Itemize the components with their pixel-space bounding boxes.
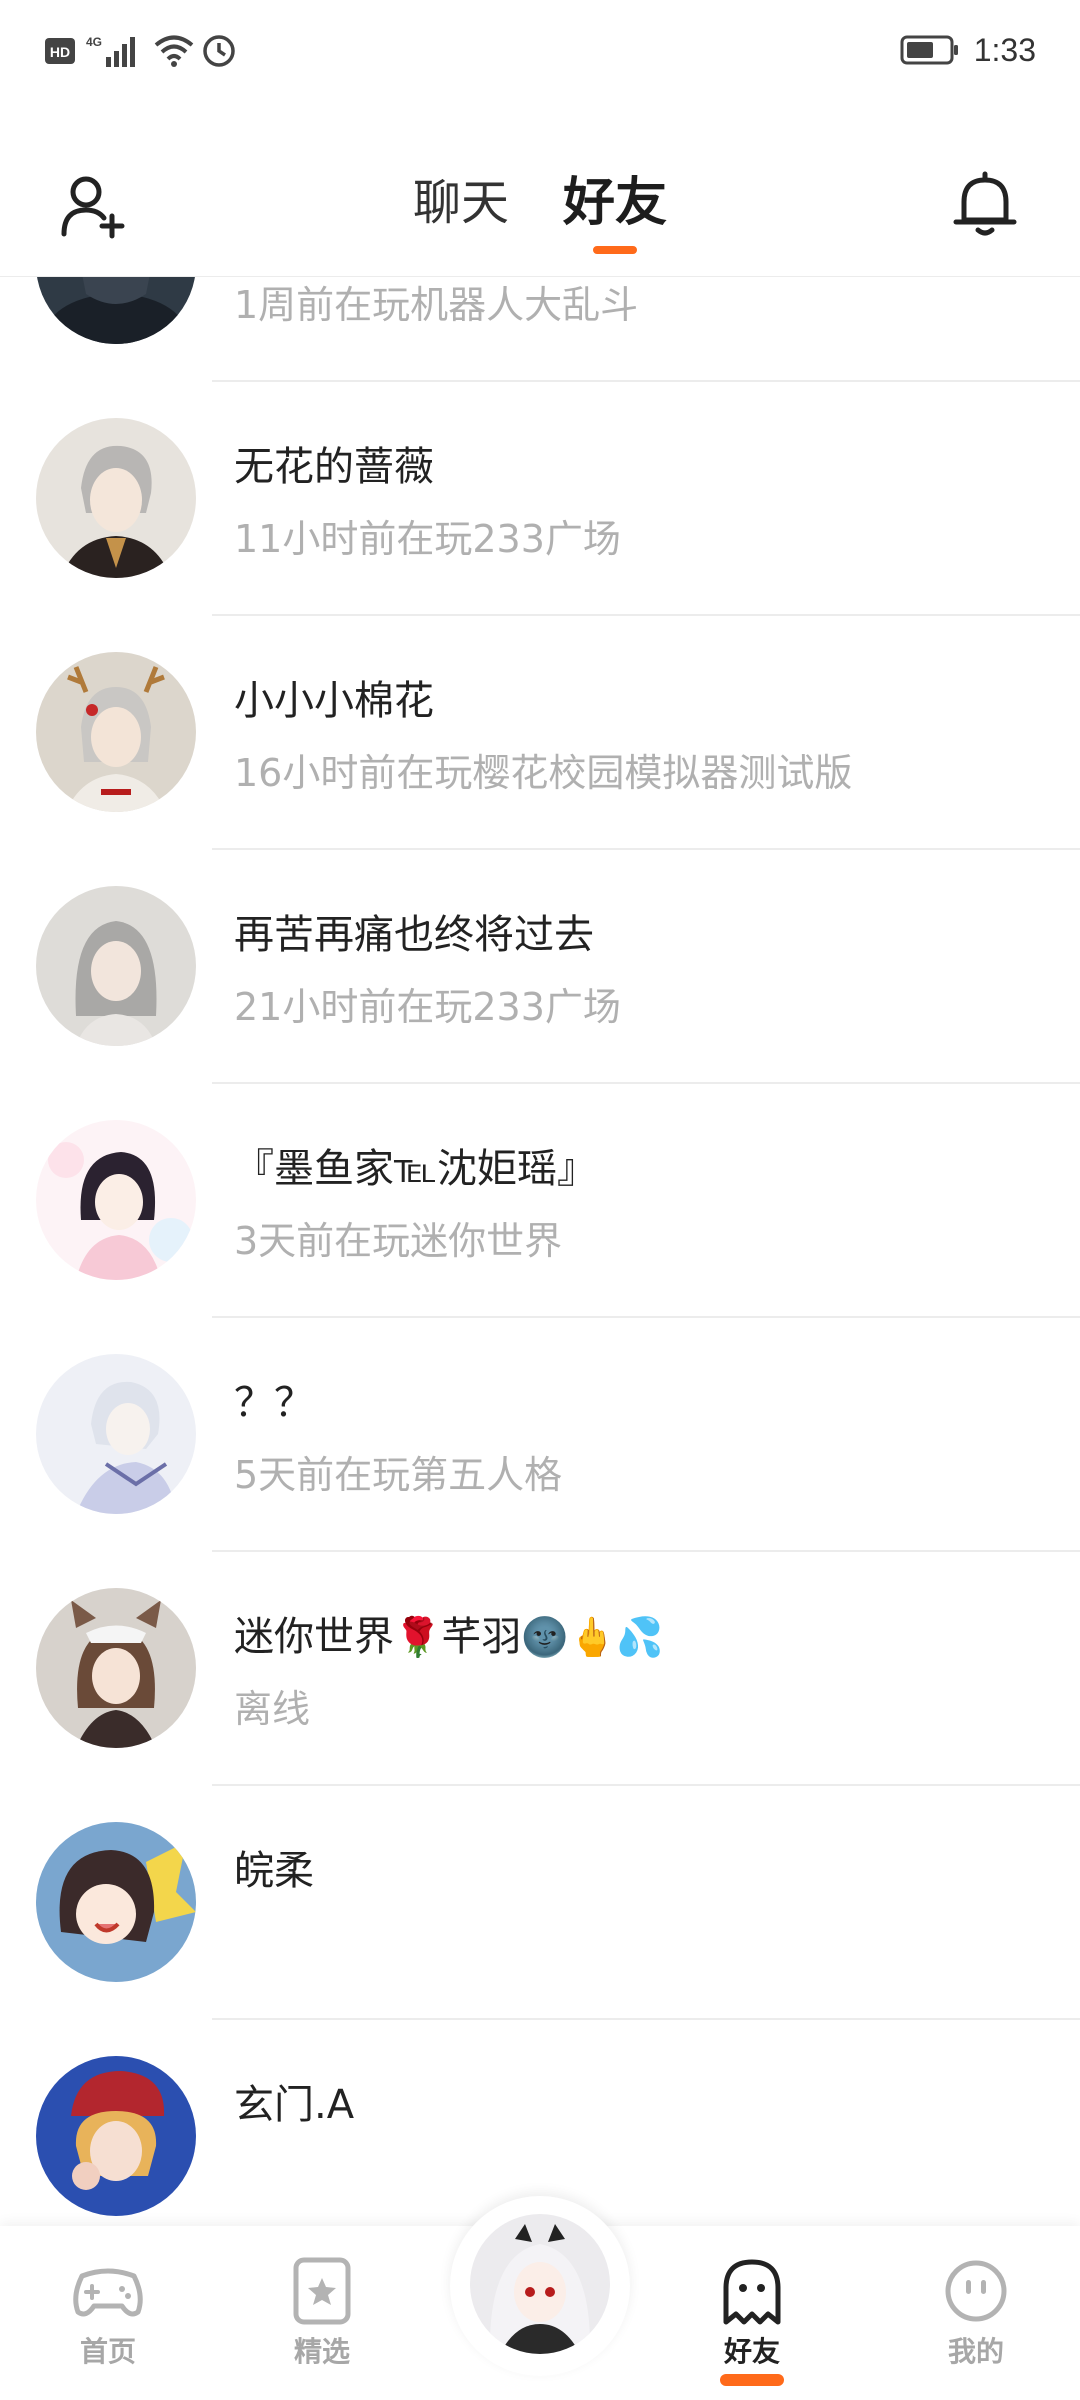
droplets-emoji: 💦 (615, 1615, 664, 1659)
rose-emoji: 🌹 (394, 1615, 442, 1659)
avatar[interactable] (36, 1588, 196, 1748)
moon-face-emoji: 🌚 (521, 1615, 569, 1659)
friend-status: 16小时前在玩樱花校园模拟器测试版 (234, 751, 853, 795)
top-header: 聊天 好友 (0, 140, 1080, 277)
hand-emoji: 🖕 (568, 1615, 616, 1659)
status-left-icons: HD 4G (44, 30, 236, 72)
bottom-nav: 首页 精选 好友 我的 (0, 2196, 1080, 2400)
friend-name: 『墨鱼家℡沈姖瑶』 (234, 1146, 597, 1192)
nav-featured[interactable]: 精选 (252, 2256, 392, 2370)
hd-icon: HD (45, 38, 75, 64)
active-tab-indicator (593, 246, 637, 254)
avatar[interactable] (36, 418, 196, 578)
svg-text:HD: HD (50, 44, 70, 60)
friend-name: ？？ (234, 1380, 314, 1426)
smiley-icon (945, 2260, 1007, 2322)
nav-me[interactable]: 我的 (906, 2256, 1046, 2370)
chat-friend-tabs: 聊天 好友 (0, 168, 1080, 254)
timer-icon (203, 35, 235, 67)
friend-status: 21小时前在玩233广场 (234, 985, 621, 1029)
clock-time: 1:33 (973, 31, 1036, 68)
friend-row[interactable]: 无花的蔷薇 11小时前在玩233广场 (0, 382, 1080, 616)
friend-row[interactable]: 皖柔 (0, 1786, 1080, 2020)
avatar[interactable] (36, 1822, 196, 1982)
status-right: 1:33 (900, 28, 1036, 72)
friend-list[interactable]: 1周前在玩机器人大乱斗 无花的蔷薇 11小时前在玩233广场 小小小棉花 16小… (0, 276, 1080, 2226)
friend-row[interactable]: 『墨鱼家℡沈姖瑶』 3天前在玩迷你世界 (0, 1084, 1080, 1318)
friend-status: 11小时前在玩233广场 (234, 517, 621, 561)
signal-icon: 4G (86, 35, 135, 67)
bell-icon[interactable] (950, 168, 1020, 240)
svg-text:4G: 4G (86, 35, 102, 49)
avatar[interactable] (36, 652, 196, 812)
friend-row[interactable]: ？？ 5天前在玩第五人格 (0, 1318, 1080, 1552)
nav-label: 好友 (723, 2335, 780, 2368)
center-avatar[interactable] (470, 2214, 610, 2354)
friend-status: 3天前在玩迷你世界 (234, 1219, 563, 1263)
friend-name: 小小小棉花 (234, 678, 434, 724)
friend-name: 皖柔 (234, 1848, 314, 1894)
friend-status: 1周前在玩机器人大乱斗 (234, 283, 639, 327)
avatar[interactable] (36, 2056, 196, 2216)
ghost-icon (723, 2259, 781, 2325)
friend-name: 再苦再痛也终将过去 (234, 912, 594, 958)
nav-label: 精选 (293, 2335, 350, 2368)
friend-row[interactable]: 再苦再痛也终将过去 21小时前在玩233广场 (0, 850, 1080, 1084)
friend-status: 5天前在玩第五人格 (234, 1453, 563, 1497)
avatar[interactable] (36, 886, 196, 1046)
status-bar: HD 4G 1:33 (0, 0, 1080, 100)
nav-friends[interactable]: 好友 (682, 2256, 822, 2386)
friend-name: 迷你世界🌹芊羽🌚🖕💦 (234, 1614, 664, 1660)
tab-friends[interactable]: 好友 (563, 168, 667, 254)
wifi-icon (154, 35, 194, 67)
friend-row[interactable]: 迷你世界🌹芊羽🌚🖕💦 离线 (0, 1552, 1080, 1786)
star-card-icon (293, 2257, 351, 2325)
battery-icon (900, 35, 958, 65)
friend-name: 玄门.A (234, 2082, 355, 2128)
nav-label: 我的 (947, 2335, 1004, 2368)
friend-name: 无花的蔷薇 (234, 444, 434, 490)
avatar[interactable] (36, 276, 196, 344)
avatar[interactable] (36, 1354, 196, 1514)
gamepad-icon (73, 2268, 143, 2317)
friend-status: 离线 (234, 1687, 311, 1731)
nav-home[interactable]: 首页 (38, 2256, 178, 2370)
tab-chat[interactable]: 聊天 (413, 168, 509, 238)
friend-row[interactable]: 1周前在玩机器人大乱斗 (0, 276, 1080, 382)
nav-label: 首页 (79, 2335, 136, 2368)
active-nav-indicator (720, 2374, 784, 2386)
avatar[interactable] (36, 1120, 196, 1280)
friend-row[interactable]: 小小小棉花 16小时前在玩樱花校园模拟器测试版 (0, 616, 1080, 850)
